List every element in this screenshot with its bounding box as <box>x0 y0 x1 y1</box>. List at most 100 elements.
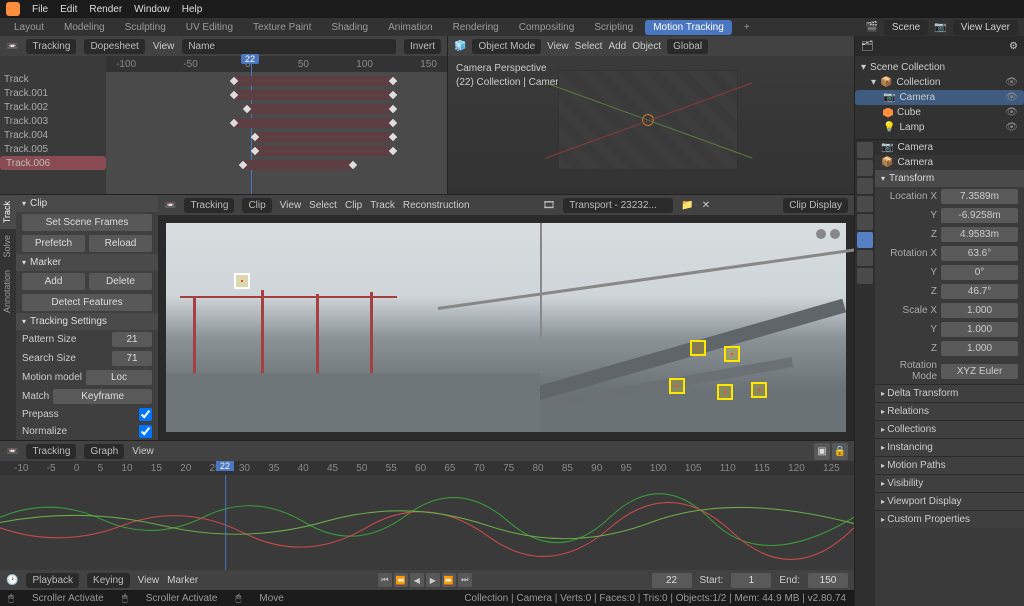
vp-menu-view[interactable]: View <box>547 41 569 52</box>
timeline-menu-view[interactable]: View <box>138 575 160 586</box>
outliner-scene-collection[interactable]: ▾Scene Collection <box>855 60 1024 75</box>
dopesheet-invert-toggle[interactable]: Invert <box>404 39 441 54</box>
start-frame-field[interactable]: 1 <box>731 573 771 588</box>
jump-end-icon[interactable]: ⏭ <box>458 573 472 587</box>
menu-help[interactable]: Help <box>182 4 203 15</box>
clip-filename-field[interactable]: Transport - 23232... <box>563 198 673 213</box>
menu-window[interactable]: Window <box>134 4 170 15</box>
clip-display-popover[interactable]: Clip Display <box>783 198 848 213</box>
loc-x-field[interactable]: 7.3589m <box>941 189 1018 204</box>
ws-tab-motiontracking[interactable]: Motion Tracking <box>645 20 732 35</box>
panel-custom-properties[interactable]: Custom Properties <box>875 510 1024 528</box>
rotmode-select[interactable]: XYZ Euler <box>941 364 1018 379</box>
dopesheet-mode-select[interactable]: Tracking <box>26 39 76 54</box>
panel-marker[interactable]: Marker <box>16 254 158 271</box>
dopesheet-timeline[interactable]: -100 -50 0 50 100 150 <box>106 56 447 194</box>
scale-z-field[interactable]: 1.000 <box>941 341 1018 356</box>
panel-visibility[interactable]: Visibility <box>875 474 1024 492</box>
vp-menu-object[interactable]: Object <box>632 41 661 52</box>
panel-viewport-display[interactable]: Viewport Display <box>875 492 1024 510</box>
track-marker[interactable] <box>751 382 767 398</box>
visibility-toggle-icon[interactable]: 👁 <box>1005 92 1018 103</box>
clip-mode-select[interactable]: Tracking <box>184 198 234 213</box>
prefetch-button[interactable]: Prefetch <box>22 235 85 252</box>
timeline-menu-marker[interactable]: Marker <box>167 575 198 586</box>
current-frame-field[interactable]: 22 <box>652 573 692 588</box>
prop-tab-viewlayer[interactable] <box>857 178 873 194</box>
prop-tab-output[interactable] <box>857 160 873 176</box>
render-view-icon[interactable] <box>830 229 840 239</box>
visibility-toggle-icon[interactable]: 👁 <box>1005 107 1018 118</box>
side-tab-track[interactable]: Track <box>0 195 16 229</box>
jump-start-icon[interactable]: ⏮ <box>378 573 392 587</box>
vp-menu-add[interactable]: Add <box>608 41 626 52</box>
menu-render[interactable]: Render <box>89 4 122 15</box>
viewlayer-selector[interactable]: View Layer <box>953 20 1018 35</box>
graph-mode-select[interactable]: Tracking <box>26 444 76 459</box>
jump-prev-key-icon[interactable]: ⏪ <box>394 573 408 587</box>
track-marker[interactable] <box>690 340 706 356</box>
ws-tab-sculpting[interactable]: Sculpting <box>117 20 174 35</box>
rot-y-field[interactable]: 0° <box>941 265 1018 280</box>
track-marker[interactable] <box>669 378 685 394</box>
clip-subview-select[interactable]: Clip <box>242 198 271 213</box>
play-reverse-icon[interactable]: ◀ <box>410 573 424 587</box>
timeline-editor-icon[interactable]: 🕑 <box>6 575 18 586</box>
ws-tab-scripting[interactable]: Scripting <box>586 20 641 35</box>
filter-icon[interactable]: ⚙ <box>1009 41 1018 52</box>
play-icon[interactable]: ▶ <box>426 573 440 587</box>
delete-marker-button[interactable]: Delete <box>89 273 152 290</box>
rot-z-field[interactable]: 46.7° <box>941 284 1018 299</box>
scene-selector[interactable]: Scene <box>884 20 928 35</box>
graph-filter-icon[interactable]: ▣ <box>814 443 830 460</box>
prepass-checkbox[interactable] <box>139 408 152 421</box>
menu-file[interactable]: File <box>32 4 48 15</box>
graph-canvas[interactable] <box>0 475 854 570</box>
ws-tab-compositing[interactable]: Compositing <box>511 20 583 35</box>
rot-x-field[interactable]: 63.6° <box>941 246 1018 261</box>
panel-relations[interactable]: Relations <box>875 402 1024 420</box>
track-marker[interactable] <box>724 346 740 362</box>
remove-clip-icon[interactable]: ✕ <box>702 200 710 211</box>
clip-menu-clip[interactable]: Clip <box>345 200 362 211</box>
scale-y-field[interactable]: 1.000 <box>941 322 1018 337</box>
dopesheet-subview-select[interactable]: Dopesheet <box>84 39 144 54</box>
side-tab-solve[interactable]: Solve <box>0 229 16 264</box>
end-frame-field[interactable]: 150 <box>808 573 848 588</box>
dopesheet-menu-view[interactable]: View <box>153 41 175 52</box>
playback-popover[interactable]: Playback <box>26 573 79 588</box>
clip-menu-track[interactable]: Track <box>370 200 395 211</box>
ws-tab-uvediting[interactable]: UV Editing <box>178 20 241 35</box>
ws-tab-shading[interactable]: Shading <box>323 20 376 35</box>
track-marker[interactable] <box>717 384 733 400</box>
channel-track-004[interactable]: Track.004 <box>0 128 106 142</box>
panel-motion-paths[interactable]: Motion Paths <box>875 456 1024 474</box>
outliner-camera[interactable]: 📷Camera👁 <box>855 90 1024 105</box>
3d-viewport-canvas[interactable]: Camera Perspective (22) Collection | Cam… <box>448 56 854 194</box>
clip-editor-icon[interactable]: 📼 <box>6 446 18 457</box>
channel-track[interactable]: Track <box>0 72 106 86</box>
clip-editor-icon[interactable]: 📼 <box>164 200 176 211</box>
ws-tab-texturepaint[interactable]: Texture Paint <box>245 20 319 35</box>
mode-select[interactable]: Object Mode <box>472 39 541 54</box>
normalize-checkbox[interactable] <box>139 425 152 438</box>
menu-edit[interactable]: Edit <box>60 4 77 15</box>
ws-tab-layout[interactable]: Layout <box>6 20 52 35</box>
prop-tab-world[interactable] <box>857 214 873 230</box>
set-scene-frames-button[interactable]: Set Scene Frames <box>22 214 152 231</box>
ws-tab-rendering[interactable]: Rendering <box>445 20 507 35</box>
panel-collections[interactable]: Collections <box>875 420 1024 438</box>
add-marker-button[interactable]: Add <box>22 273 85 290</box>
clip-editor-icon[interactable]: 📼 <box>6 41 18 52</box>
outliner-cube[interactable]: Cube👁 <box>855 105 1024 120</box>
prop-tab-object[interactable] <box>857 232 873 248</box>
motion-model-select[interactable]: Loc <box>86 370 152 385</box>
channel-track-005[interactable]: Track.005 <box>0 142 106 156</box>
side-tab-annotation[interactable]: Annotation <box>0 264 16 319</box>
graph-lock-icon[interactable]: 🔒 <box>832 443 848 460</box>
detect-features-button[interactable]: Detect Features <box>22 294 152 311</box>
panel-transform[interactable]: Transform <box>875 170 1024 187</box>
ws-tab-add[interactable]: + <box>736 20 758 35</box>
loc-z-field[interactable]: 4.9583m <box>941 227 1018 242</box>
visibility-toggle-icon[interactable]: 👁 <box>1005 77 1018 88</box>
